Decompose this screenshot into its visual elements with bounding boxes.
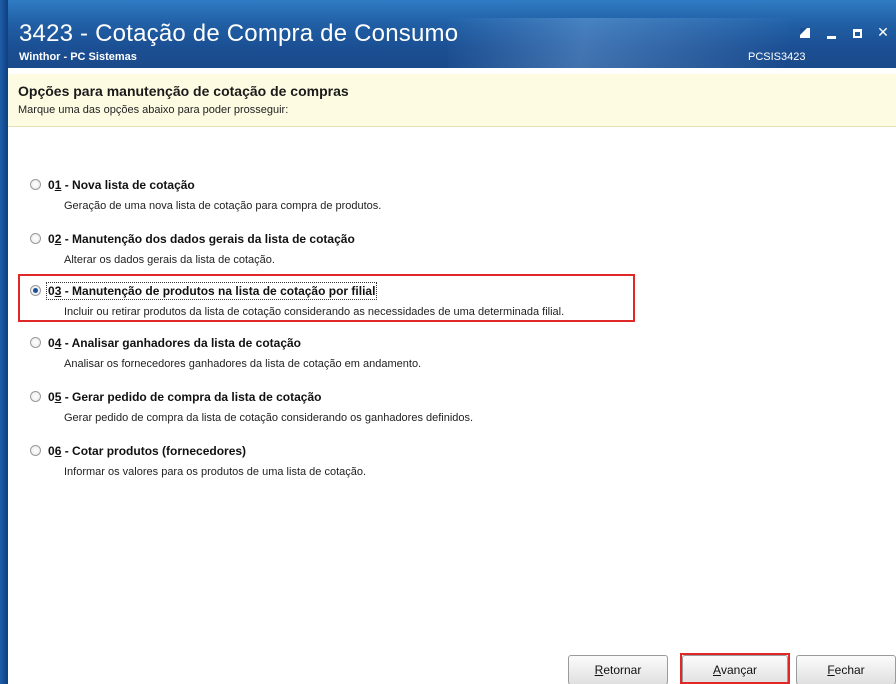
radio-option-02[interactable] [30,233,41,244]
panel-subtitle: Marque uma das opções abaixo para poder … [18,104,289,116]
close-icon[interactable]: ✕ [870,22,896,44]
option-02-description: Alterar os dados gerais da lista de cota… [64,254,275,266]
radio-option-04[interactable] [30,337,41,348]
window-left-border [0,0,8,684]
title-bar-glow [448,18,788,68]
panel-title: Opções para manutenção de cotação de com… [18,83,349,99]
restore-icon[interactable] [792,22,818,44]
back-button-label: etornar [603,663,642,677]
window-subtitle: Winthor - PC Sistemas [19,51,137,63]
next-button-highlight-box [680,653,790,684]
close-button-label: echar [834,663,865,677]
option-06-description: Informar os valores para os produtos de … [64,466,367,478]
window-title: 3423 - Cotação de Compra de Consumo [19,20,459,47]
option-01-label[interactable]: 01 - Nova lista de cotação [48,178,195,192]
window-controls: ✕ [792,22,896,44]
back-button-accel: R [594,663,604,677]
option-04-label[interactable]: 04 - Analisar ganhadores da lista de cot… [48,336,301,350]
instructions-panel: Opções para manutenção de cotação de com… [8,74,896,127]
option-04-description: Analisar os fornecedores ganhadores da l… [64,358,422,370]
option-02-label[interactable]: 02 - Manutenção dos dados gerais da list… [48,232,355,246]
radio-option-06[interactable] [30,445,41,456]
radio-option-05[interactable] [30,391,41,402]
radio-option-01[interactable] [30,179,41,190]
option-03-highlight-box [18,274,635,322]
main-window: 3423 - Cotação de Compra de Consumo Wint… [0,0,896,684]
close-button[interactable]: Fechar [796,655,896,684]
routine-code: PCSIS3423 [748,51,806,63]
option-06-label[interactable]: 06 - Cotar produtos (fornecedores) [48,444,246,458]
close-button-accel: F [827,663,835,677]
maximize-icon[interactable] [844,22,870,44]
title-bar[interactable]: 3423 - Cotação de Compra de Consumo Wint… [8,0,896,68]
option-05-label[interactable]: 05 - Gerar pedido de compra da lista de … [48,390,321,404]
option-01-description: Geração de uma nova lista de cotação par… [64,200,382,212]
back-button[interactable]: Retornar [568,655,668,684]
option-05-description: Gerar pedido de compra da lista de cotaç… [64,412,474,424]
minimize-icon[interactable] [818,22,844,44]
